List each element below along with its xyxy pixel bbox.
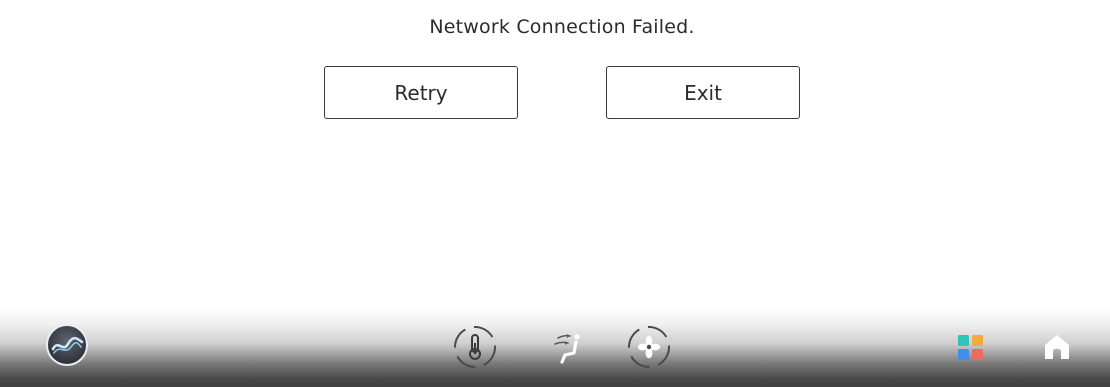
apps-button[interactable] bbox=[958, 335, 984, 361]
fan-icon bbox=[628, 326, 670, 368]
apps-grid-icon bbox=[958, 335, 983, 360]
home-button[interactable] bbox=[1042, 332, 1072, 362]
home-icon bbox=[1045, 335, 1069, 359]
exit-button[interactable]: Exit bbox=[606, 66, 800, 119]
seat-airflow-icon bbox=[554, 334, 580, 364]
brand-logo-button[interactable] bbox=[44, 322, 90, 368]
retry-button[interactable]: Retry bbox=[324, 66, 518, 119]
airflow-mode-button[interactable] bbox=[550, 324, 596, 370]
thermometer-icon bbox=[454, 326, 496, 368]
fan-speed-button[interactable] bbox=[626, 324, 672, 370]
error-message: Network Connection Failed. bbox=[429, 16, 695, 38]
temperature-button[interactable] bbox=[452, 324, 498, 370]
brand-logo-icon bbox=[46, 324, 88, 366]
